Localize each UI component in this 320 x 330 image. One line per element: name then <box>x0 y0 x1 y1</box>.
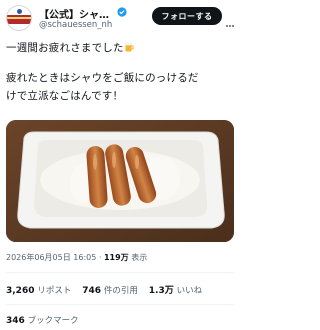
tweet-text-line-3: けで立派なごはんです！ <box>6 90 124 102</box>
account-handle[interactable]: @schauessen_nh <box>39 20 112 30</box>
divider <box>6 304 234 305</box>
tweet-text-line-1: 一週間お疲れさまでした <box>6 40 134 55</box>
sausage-rice-photo <box>6 120 234 242</box>
engagement-stats: 3,260 リポスト 746 件の引用 1.3万 いいね <box>6 283 210 296</box>
follow-button[interactable]: フォローする <box>152 7 222 25</box>
quotes-stat[interactable]: 746 件の引用 <box>82 286 146 296</box>
bookmarks-count: 346 <box>6 316 25 326</box>
more-options-icon[interactable] <box>226 12 236 27</box>
quotes-label: 件の引用 <box>103 286 138 296</box>
quotes-count: 746 <box>82 286 102 296</box>
reposts-label: リポスト <box>37 286 72 296</box>
tweet-timestamp[interactable]: 2026年06月05日 16:05 <box>6 253 96 262</box>
reposts-stat[interactable]: 3,260 リポスト <box>6 286 79 296</box>
likes-label: いいね <box>176 286 203 296</box>
avatar[interactable] <box>6 5 32 31</box>
tweet-photo[interactable] <box>6 120 234 242</box>
bookmarks-label: ブックマーク <box>27 316 79 326</box>
likes-stat[interactable]: 1.3万 いいね <box>149 286 210 296</box>
tweet-text-line-2: 疲れたときはシャウをご飯にのっけるだ <box>6 72 199 84</box>
verified-badge-icon <box>117 7 127 17</box>
tweet-meta: 2026年06月05日 16:05 · 119万 表示 <box>6 252 147 263</box>
meta-separator: · <box>98 253 102 262</box>
divider <box>6 272 234 273</box>
beer-mug-emoji-icon <box>125 42 134 52</box>
bookmarks-stat[interactable]: 346 ブックマーク <box>6 314 79 326</box>
tweet-header: 【公式】シャウエッセン @schauessen_nh フォローする <box>6 4 234 32</box>
reposts-count: 3,260 <box>6 286 35 296</box>
likes-count: 1.3万 <box>148 286 174 296</box>
tweet-text-1: 一週間お疲れさまでした <box>6 42 124 54</box>
account-name[interactable]: 【公式】シャウエッセン <box>39 6 115 21</box>
views-label: 表示 <box>131 253 148 262</box>
views-count: 119万 <box>103 253 129 262</box>
